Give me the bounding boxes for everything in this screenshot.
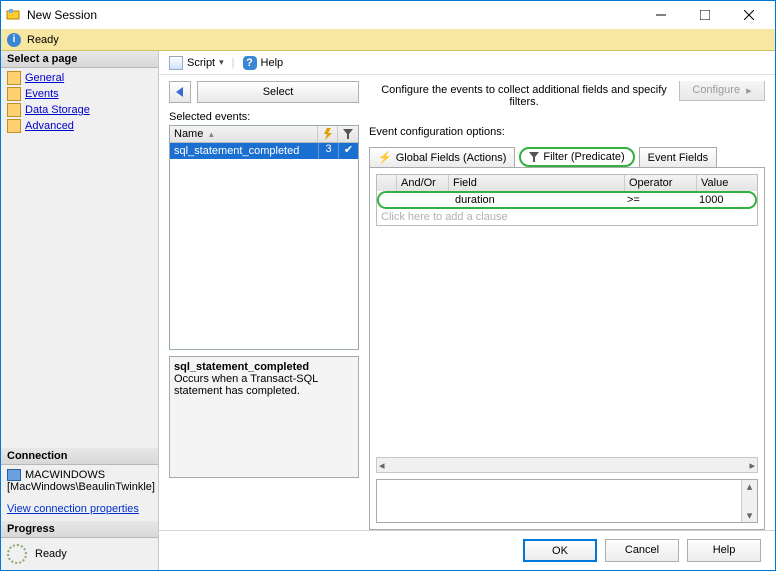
tab-strip: ⚡Global Fields (Actions) Filter (Predica… (369, 146, 765, 168)
minimize-button[interactable] (639, 1, 683, 29)
event-action-count: 3 (318, 143, 338, 159)
app-icon (5, 7, 21, 23)
connection-heading: Connection (1, 448, 158, 465)
select-button[interactable]: Select (197, 81, 359, 103)
cancel-button[interactable]: Cancel (605, 539, 679, 562)
col-value[interactable]: Value (697, 175, 757, 191)
server-icon (7, 469, 21, 481)
status-text: Ready (27, 34, 59, 46)
spinner-icon (7, 544, 27, 564)
progress-heading: Progress (1, 521, 158, 538)
description-box: sql_statement_completed Occurs when a Tr… (169, 356, 359, 478)
server-name: MACWINDOWS (25, 469, 105, 481)
help-icon: ? (243, 56, 257, 70)
selected-events-grid: Name▲ sql_statement_completed 3 ✔ (169, 125, 359, 350)
script-button[interactable]: Script▾ (165, 54, 228, 72)
pred-operator: >= (623, 193, 695, 207)
predicate-grid: And/Or Field Operator Value duration >= … (376, 174, 758, 226)
predicate-row[interactable]: duration >= 1000 (377, 191, 757, 209)
col-field[interactable]: Field (449, 175, 625, 191)
col-actions-icon[interactable] (318, 126, 338, 142)
chevron-right-icon: ▸ (746, 84, 752, 97)
event-filter-check: ✔ (338, 143, 358, 159)
tab-filter-predicate[interactable]: Filter (Predicate) (519, 147, 634, 167)
maximize-button[interactable] (683, 1, 727, 29)
sidebar-heading: Select a page (1, 51, 158, 68)
tab-global-fields[interactable]: ⚡Global Fields (Actions) (369, 147, 515, 167)
help-dialog-button[interactable]: Help (687, 539, 761, 562)
progress-state: Ready (35, 548, 67, 560)
page-icon (7, 119, 21, 133)
connection-user: [MacWindows\BeaulinTwinkle] (7, 481, 152, 493)
chevron-down-icon: ▾ (747, 509, 753, 522)
page-icon (7, 103, 21, 117)
add-clause-link[interactable]: Click here to add a clause (377, 209, 757, 225)
col-andor[interactable]: And/Or (397, 175, 449, 191)
selected-events-label: Selected events: (169, 111, 359, 123)
help-button[interactable]: ?Help (239, 54, 288, 72)
pred-field: duration (451, 193, 623, 207)
view-connection-link[interactable]: View connection properties (1, 503, 158, 515)
status-bar: i Ready (1, 29, 775, 51)
close-button[interactable] (727, 1, 771, 29)
chevron-left-icon: ◂ (379, 459, 385, 472)
progress-box: Ready (1, 538, 158, 570)
filter-pane: And/Or Field Operator Value duration >= … (369, 168, 765, 530)
chevron-up-icon: ▴ (747, 480, 753, 493)
col-filter-icon[interactable] (338, 126, 358, 142)
page-icon (7, 71, 21, 85)
dialog-buttons: OK Cancel Help (159, 530, 775, 570)
sidebar: Select a page General Events Data Storag… (1, 51, 159, 570)
page-icon (7, 87, 21, 101)
pred-value: 1000 (695, 193, 755, 207)
dropdown-icon: ▾ (219, 57, 224, 68)
sidebar-item-general[interactable]: General (3, 70, 156, 86)
chevron-right-icon: ▸ (749, 459, 755, 472)
info-icon: i (7, 33, 21, 47)
sort-asc-icon: ▲ (207, 130, 215, 139)
fields-listbox[interactable]: ▴▾ (376, 479, 758, 523)
sidebar-item-data-storage[interactable]: Data Storage (3, 102, 156, 118)
description-title: sql_statement_completed (174, 361, 354, 373)
col-operator[interactable]: Operator (625, 175, 697, 191)
v-scrollbar[interactable]: ▴▾ (741, 480, 757, 522)
connection-box: MACWINDOWS [MacWindows\BeaulinTwinkle] (1, 465, 158, 497)
config-options-label: Event configuration options: (369, 126, 765, 138)
toolbar: Script▾ | ?Help (159, 51, 775, 75)
h-scrollbar[interactable]: ◂▸ (376, 457, 758, 473)
col-name[interactable]: Name▲ (170, 126, 318, 142)
back-button[interactable] (169, 81, 191, 103)
event-row[interactable]: sql_statement_completed 3 ✔ (170, 143, 358, 159)
sidebar-item-events[interactable]: Events (3, 86, 156, 102)
bolt-icon: ⚡ (378, 151, 392, 164)
sidebar-item-advanced[interactable]: Advanced (3, 118, 156, 134)
description-body: Occurs when a Transact-SQL statement has… (174, 373, 354, 397)
ok-button[interactable]: OK (523, 539, 597, 562)
funnel-icon (529, 152, 539, 162)
window-title: New Session (27, 8, 639, 22)
script-icon (169, 56, 183, 70)
tab-event-fields[interactable]: Event Fields (639, 147, 718, 167)
configure-button: Configure▸ (679, 81, 765, 101)
title-bar: New Session (1, 1, 775, 29)
